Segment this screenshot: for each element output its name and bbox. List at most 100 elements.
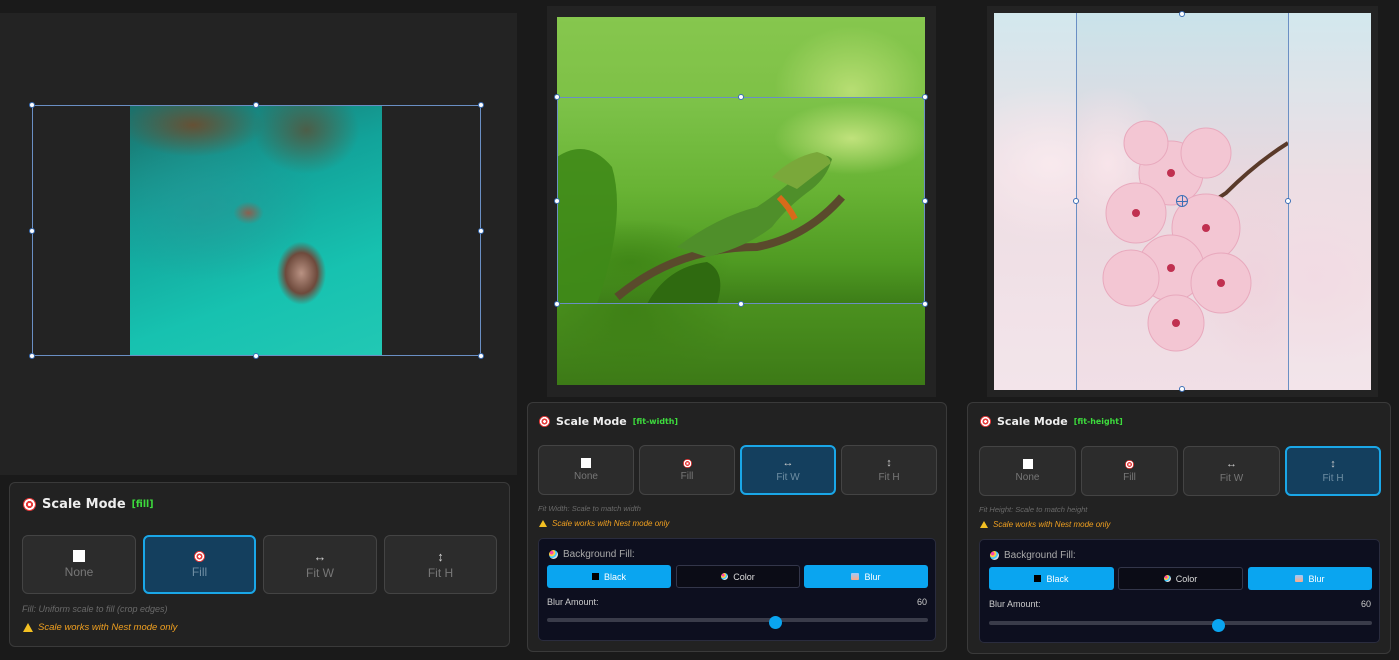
blur-amount-label: Blur Amount: [989,599,1041,609]
scale-none-button[interactable]: None [22,535,136,594]
resize-handle[interactable] [554,301,560,307]
target-icon [980,416,991,427]
resize-handle[interactable] [922,94,928,100]
fill-blur-button[interactable]: Blur [1248,567,1372,590]
resize-handle[interactable] [253,102,259,108]
target-icon [1125,459,1134,469]
blur-band-left [994,13,1076,390]
slider-thumb[interactable] [769,615,783,629]
target-icon [682,458,692,468]
fit-height-canvas [987,6,1378,397]
lizard-illustration [557,149,846,304]
resize-handle[interactable] [738,301,744,307]
square-icon [73,550,85,562]
horizontal-arrows-icon: ↔ [782,456,794,469]
blur-band-top [557,17,925,97]
resize-handle[interactable] [554,94,560,100]
move-crosshair-icon[interactable] [1176,195,1188,207]
warning-icon [539,520,547,527]
horizontal-arrows-icon: ↔ [1226,457,1237,470]
ocean-image[interactable] [130,105,382,356]
nest-warning: Scale works with Nest mode only [980,520,1110,529]
resize-handle[interactable] [554,198,560,204]
scale-fill-button[interactable]: Fill [143,535,256,594]
mode-tag: [fit-height] [1073,417,1123,426]
blur-band-right [1288,13,1371,390]
resize-handle[interactable] [922,198,928,204]
panel-title: Scale Mode [fill] [23,497,154,512]
scale-fill-button[interactable]: Fill [639,445,735,495]
image-icon [1295,575,1304,582]
blur-amount-label: Blur Amount: [547,597,599,607]
resize-handle[interactable] [1179,386,1185,392]
fit-width-canvas [547,6,936,397]
scale-none-button[interactable]: None [979,446,1076,496]
scale-fit-height-button[interactable]: ↕ Fit H [1285,446,1381,496]
resize-handle[interactable] [29,102,35,108]
blur-amount-slider[interactable] [989,618,1372,632]
vertical-arrows-icon: ↕ [886,456,892,469]
mode-tag: [fit-width] [632,417,678,426]
resize-handle[interactable] [29,228,35,234]
target-icon [194,550,205,562]
resize-handle[interactable] [1073,198,1079,204]
palette-icon [549,550,558,559]
resize-handle[interactable] [478,102,484,108]
panel-title: Scale Mode [fit-height] [980,415,1123,428]
resize-handle[interactable] [922,301,928,307]
scale-fit-height-button[interactable]: ↕ Fit H [384,535,497,594]
scale-fit-width-button[interactable]: ↔ Fit W [263,535,377,594]
palette-icon [721,573,729,580]
square-icon [1022,459,1033,469]
resize-handle[interactable] [1179,11,1185,17]
scale-fit-height-button[interactable]: ↕ Fit H [841,445,937,495]
resize-handle[interactable] [1285,198,1291,204]
scale-none-button[interactable]: None [538,445,634,495]
fill-black-button[interactable]: Black [989,567,1114,590]
scale-fill-button[interactable]: Fill [1081,446,1178,496]
scale-fit-width-button[interactable]: ↔ Fit W [740,445,836,495]
square-icon [581,458,591,468]
scale-mode-panel-fill: Scale Mode [fill] None Fill ↔ Fit W ↕ Fi… [9,482,510,647]
slider-thumb[interactable] [1212,618,1226,632]
resize-handle[interactable] [478,353,484,359]
black-square-icon [1034,575,1042,582]
panel-title: Scale Mode [fit-width] [539,415,678,428]
vertical-arrows-icon: ↕ [1330,457,1336,470]
background-fill-section: Background Fill: Black Color Blur Blur A… [538,538,936,641]
resize-handle[interactable] [253,353,259,359]
fill-canvas [0,13,517,475]
palette-icon [990,551,999,560]
horizontal-arrows-icon: ↔ [313,548,327,564]
background-fill-label: Background Fill: [549,549,635,560]
black-square-icon [591,573,599,580]
blur-amount-value: 60 [916,597,927,607]
scale-mode-panel-fit-width: Scale Mode [fit-width] None Fill ↔ Fit W… [527,402,947,652]
background-fill-label: Background Fill: [990,550,1076,561]
lizard-image[interactable] [557,97,925,304]
mode-hint: Fit Width: Scale to match width [538,504,641,513]
mode-hint: Fit Height: Scale to match height [979,505,1088,514]
resize-handle[interactable] [478,228,484,234]
blur-band-bottom [557,304,925,385]
fill-blur-button[interactable]: Blur [804,565,928,588]
fill-color-button[interactable]: Color [1118,567,1243,590]
fill-color-button[interactable]: Color [676,565,800,588]
resize-handle[interactable] [29,353,35,359]
scale-mode-panel-fit-height: Scale Mode [fit-height] None Fill ↔ Fit … [967,402,1391,654]
nest-warning: Scale works with Nest mode only [539,519,669,528]
target-icon [23,498,36,511]
fill-black-button[interactable]: Black [547,565,671,588]
resize-handle[interactable] [738,94,744,100]
target-icon [539,416,550,427]
image-icon [851,573,860,580]
warning-icon [23,623,33,632]
scale-fit-width-button[interactable]: ↔ Fit W [1183,446,1280,496]
vertical-arrows-icon: ↕ [437,548,444,564]
blur-amount-slider[interactable] [547,615,928,629]
palette-icon [1163,575,1171,582]
blur-amount-value: 60 [1360,599,1371,609]
mode-tag: [fill] [131,499,154,510]
mode-hint: Fill: Uniform scale to fill (crop edges) [22,604,168,614]
background-fill-section: Background Fill: Black Color Blur Blur A… [979,539,1380,643]
